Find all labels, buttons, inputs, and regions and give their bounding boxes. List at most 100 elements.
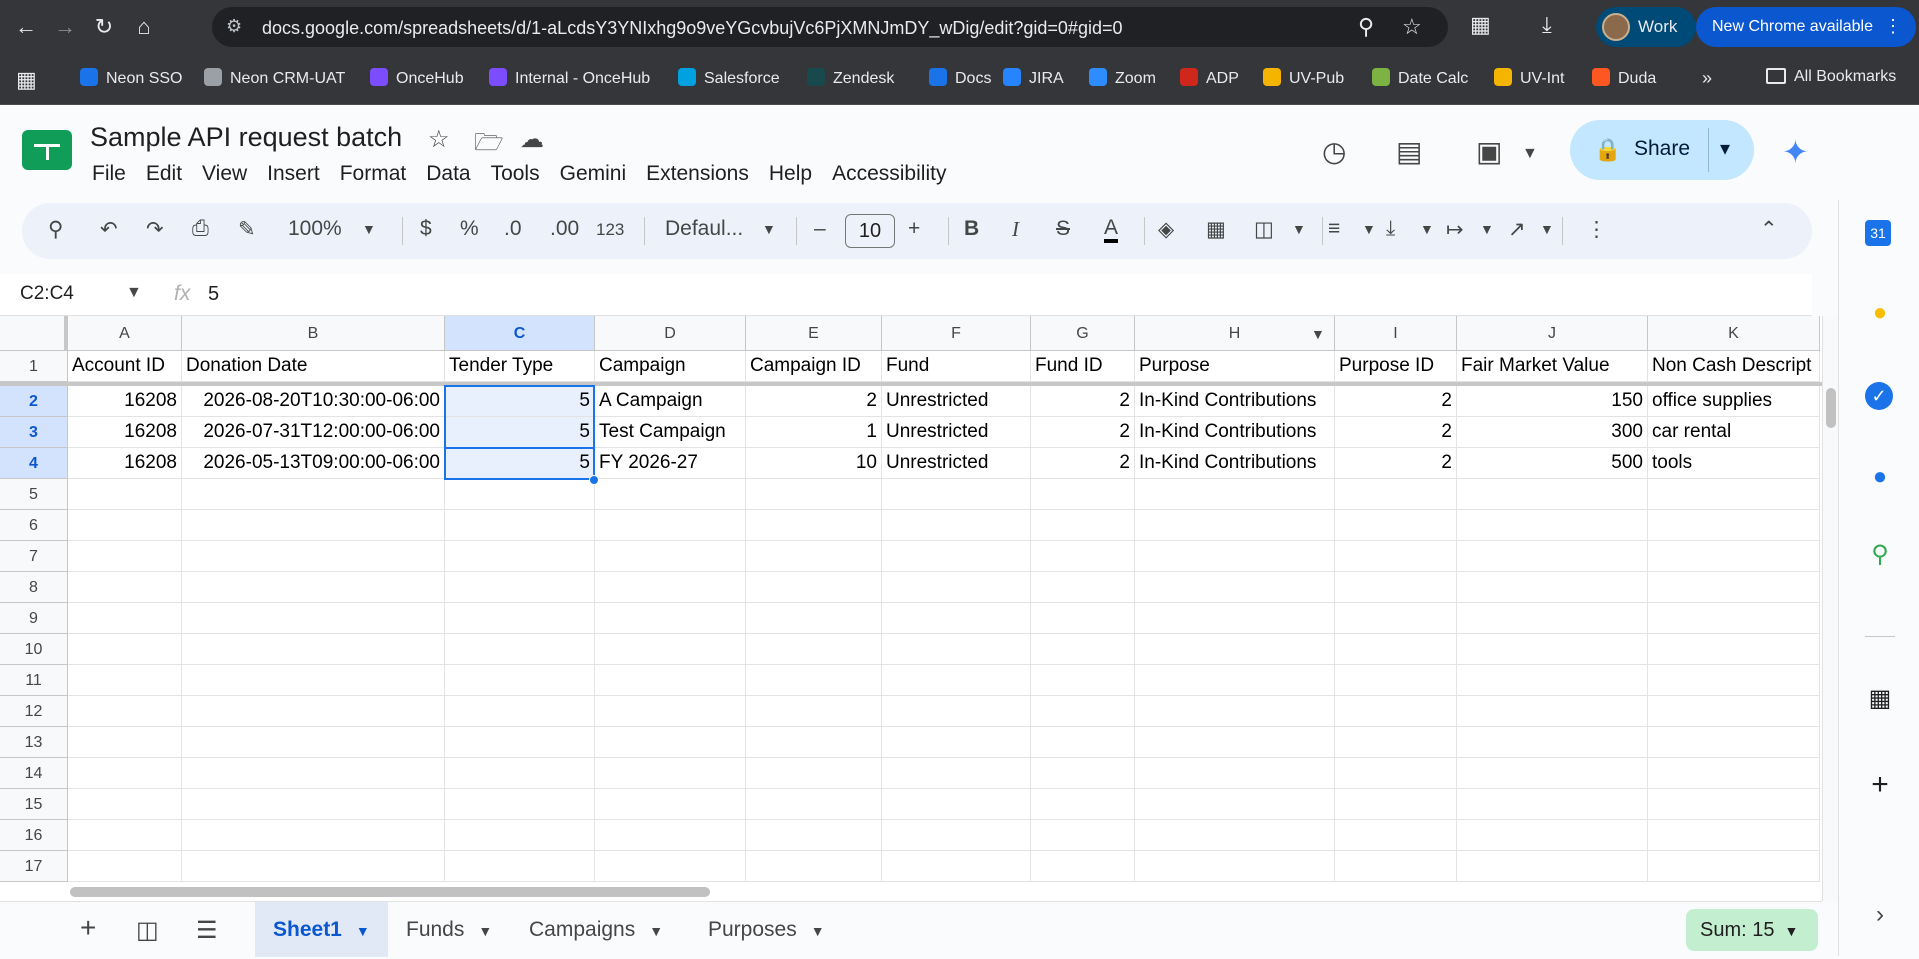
share-caret-icon[interactable]: ▾ (1720, 136, 1730, 161)
calendar-icon[interactable]: 31 (1865, 220, 1891, 246)
table-cell[interactable] (1031, 696, 1135, 727)
merge-caret-icon[interactable]: ▼ (1292, 221, 1306, 237)
table-cell[interactable] (68, 603, 182, 634)
text-rotation-icon[interactable]: ↗ (1508, 217, 1526, 242)
table-cell[interactable] (595, 603, 746, 634)
currency-format-button[interactable]: $ (420, 217, 432, 241)
bookmark-item[interactable]: Neon SSO (80, 68, 182, 92)
get-addons-icon[interactable]: + (1865, 770, 1895, 800)
table-cell[interactable] (1031, 541, 1135, 572)
table-cell[interactable] (1335, 665, 1457, 696)
meet-caret-icon[interactable]: ▼ (1522, 145, 1538, 163)
table-cell[interactable] (1457, 572, 1648, 603)
addon-icon[interactable]: ▦ (1865, 684, 1895, 714)
table-cell[interactable] (1648, 727, 1820, 758)
bookmark-item[interactable]: Duda (1592, 68, 1656, 92)
decrease-decimal-button[interactable]: .0 (504, 217, 522, 241)
more-options-icon[interactable]: ⋮ (1586, 217, 1607, 242)
decrease-font-size-icon[interactable]: – (814, 217, 826, 241)
table-cell[interactable] (1457, 758, 1648, 789)
row-header[interactable]: 11 (0, 665, 68, 696)
table-cell[interactable] (68, 665, 182, 696)
menu-item-data[interactable]: Data (426, 162, 470, 185)
table-cell[interactable] (595, 696, 746, 727)
table-cell[interactable] (1135, 789, 1335, 820)
table-cell[interactable]: 16208 (68, 448, 182, 479)
table-cell[interactable] (595, 541, 746, 572)
table-cell[interactable]: 2 (1031, 417, 1135, 448)
table-cell[interactable] (1335, 634, 1457, 665)
table-cell[interactable] (1031, 572, 1135, 603)
table-cell[interactable]: 2 (1335, 448, 1457, 479)
menu-item-gemini[interactable]: Gemini (560, 162, 627, 185)
header-cell[interactable]: Tender Type (445, 351, 595, 382)
table-cell[interactable]: 2 (746, 386, 882, 417)
table-cell[interactable] (882, 727, 1031, 758)
row-header[interactable]: 3 (0, 417, 68, 448)
table-cell[interactable]: 300 (1457, 417, 1648, 448)
table-cell[interactable] (882, 758, 1031, 789)
table-cell[interactable] (746, 851, 882, 882)
add-sheet-icon[interactable]: + (80, 912, 96, 944)
table-cell[interactable] (445, 479, 595, 510)
table-cell[interactable] (746, 820, 882, 851)
table-cell[interactable] (68, 634, 182, 665)
header-cell[interactable]: Campaign ID (746, 351, 882, 382)
table-cell[interactable] (445, 820, 595, 851)
font-select[interactable]: Defaul... (665, 217, 743, 241)
table-cell[interactable] (182, 789, 445, 820)
table-cell[interactable] (882, 820, 1031, 851)
gemini-icon[interactable]: ✦ (1782, 133, 1809, 171)
menu-item-help[interactable]: Help (769, 162, 812, 185)
cloud-status-icon[interactable]: ☁ (520, 125, 544, 154)
table-cell[interactable] (882, 789, 1031, 820)
table-cell[interactable] (1135, 665, 1335, 696)
table-cell[interactable] (1335, 572, 1457, 603)
table-cell[interactable] (182, 758, 445, 789)
table-cell[interactable] (1135, 851, 1335, 882)
table-cell[interactable] (1031, 510, 1135, 541)
table-cell[interactable] (1457, 696, 1648, 727)
share-button[interactable]: 🔒 Share ▾ (1570, 120, 1754, 180)
table-cell[interactable] (1648, 851, 1820, 882)
column-header-h[interactable]: H (1135, 316, 1335, 351)
menu-item-view[interactable]: View (202, 162, 247, 185)
sheet-tab-caret-icon[interactable]: ▼ (649, 923, 663, 939)
table-cell[interactable]: A Campaign (595, 386, 746, 417)
header-cell[interactable]: Purpose ID (1335, 351, 1457, 382)
table-cell[interactable]: Test Campaign (595, 417, 746, 448)
table-cell[interactable] (1135, 634, 1335, 665)
table-cell[interactable] (595, 572, 746, 603)
row-header[interactable]: 4 (0, 448, 68, 479)
table-cell[interactable]: In-Kind Contributions (1135, 417, 1335, 448)
table-cell[interactable]: 16208 (68, 417, 182, 448)
contacts-icon[interactable]: ● (1865, 462, 1895, 492)
table-cell[interactable] (1457, 820, 1648, 851)
borders-icon[interactable]: ▦ (1206, 217, 1226, 242)
column-header-i[interactable]: I (1335, 316, 1457, 351)
sheet-tab[interactable]: Funds ▼ (388, 902, 510, 957)
bookmark-item[interactable]: Salesforce (678, 68, 780, 92)
table-cell[interactable] (1135, 603, 1335, 634)
table-cell[interactable] (746, 479, 882, 510)
table-cell[interactable] (182, 727, 445, 758)
table-cell[interactable] (746, 696, 882, 727)
table-cell[interactable] (1135, 510, 1335, 541)
url-text[interactable]: docs.google.com/spreadsheets/d/1-aLcdsY3… (262, 18, 1122, 39)
table-cell[interactable] (746, 603, 882, 634)
table-cell[interactable] (182, 510, 445, 541)
table-cell[interactable] (68, 572, 182, 603)
row-header[interactable]: 7 (0, 541, 68, 572)
table-cell[interactable]: 5 (445, 386, 595, 417)
text-color-button[interactable]: A (1104, 217, 1119, 243)
table-cell[interactable] (1648, 479, 1820, 510)
keep-icon[interactable]: ● (1865, 298, 1895, 328)
column-header-a[interactable]: A (68, 316, 182, 351)
table-cell[interactable] (746, 665, 882, 696)
table-cell[interactable] (1031, 603, 1135, 634)
table-cell[interactable] (68, 696, 182, 727)
table-cell[interactable] (1457, 479, 1648, 510)
table-cell[interactable]: 2 (1031, 448, 1135, 479)
bookmark-item[interactable]: Internal - OnceHub (489, 68, 650, 92)
table-cell[interactable] (182, 541, 445, 572)
